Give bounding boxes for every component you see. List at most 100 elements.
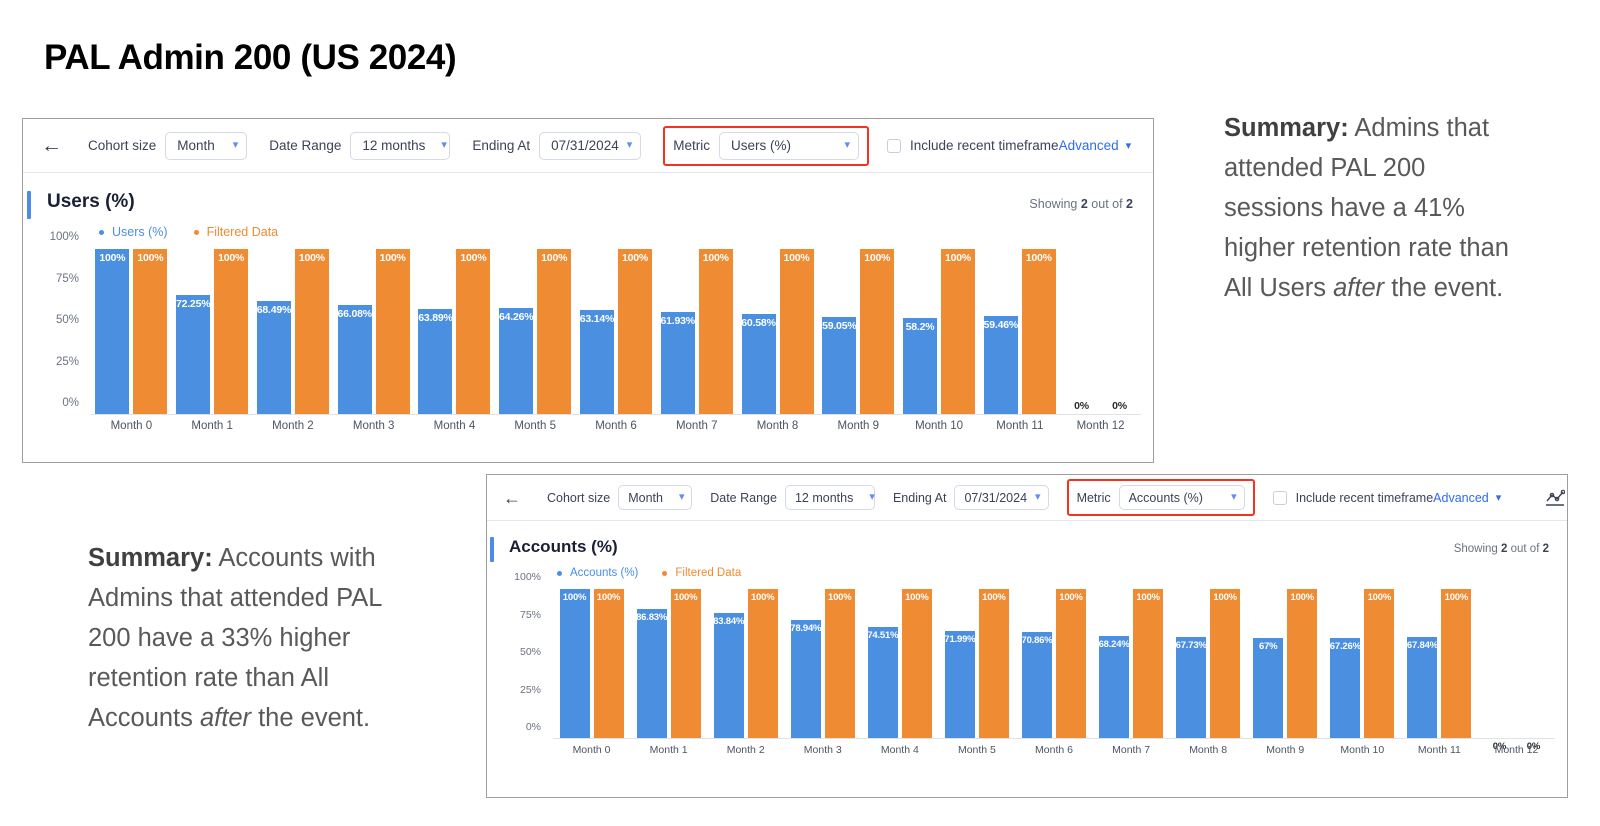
bar[interactable]: 100% [1441,589,1472,738]
ending-at-select[interactable]: 07/31/2024 ▾ [539,131,642,160]
bar[interactable]: 74.51% [867,626,899,738]
bar-group: 68.24% 100% [1093,589,1170,738]
bar[interactable]: 100% [779,249,814,414]
x-axis-tick-label: Month 12 [1494,744,1539,756]
line-chart-icon[interactable] [1545,487,1566,509]
advanced-button[interactable]: Advanced ▾ [1059,138,1132,153]
back-arrow-icon[interactable]: ← [503,489,535,507]
bar[interactable]: 72.25% [175,294,211,414]
bar[interactable]: 100% [375,249,410,414]
y-axis: 0% 25% 50% 75% 100% [509,571,549,739]
bar[interactable]: 100% [617,249,652,414]
bar[interactable]: 100% [1210,589,1241,738]
bar[interactable]: 100% [95,249,130,414]
bar[interactable]: 100% [747,589,778,738]
x-axis-tick-label: Month 3 [352,420,395,432]
bar[interactable]: 100% [1364,589,1395,738]
ending-at-group: Ending At 07/31/2024 ▾ [472,131,642,160]
bar[interactable]: 100% [537,249,572,414]
bar[interactable]: 67.84% [1407,636,1438,738]
legend-item-primary[interactable]: Users (%) [99,225,168,239]
bar[interactable]: 68.24% [1099,636,1130,738]
bar[interactable]: 100% [978,589,1009,738]
bar[interactable]: 67% [1253,638,1284,738]
metric-value: Accounts (%) [1128,490,1203,505]
bar[interactable]: 59.46% [984,315,1018,414]
x-axis-tick-label: Month 5 [957,744,996,756]
bar[interactable]: 70.86% [1021,632,1053,738]
bar-group: 67% 100% [1247,589,1324,738]
bar[interactable]: 100% [670,589,701,738]
bar[interactable]: 100% [941,249,976,414]
bar[interactable]: 100% [214,249,249,414]
bar[interactable]: 100% [593,589,624,738]
bars-area: 100% 100% 72.25% 100% 68.49% 100% 66.08% 100% 63… [91,249,1141,415]
bar[interactable]: 100% [559,589,590,738]
bar[interactable]: 66.08% [337,304,372,414]
legend-item-filtered[interactable]: Filtered Data [193,225,279,239]
bar[interactable]: 100% [456,249,491,414]
bar[interactable]: 60.58% [741,314,776,414]
include-recent-timeframe-checkbox[interactable] [1272,490,1287,505]
metric-select[interactable]: Accounts (%) ▾ [1118,485,1245,510]
bar-group: 67.84% 100% [1401,589,1478,738]
bar[interactable]: 61.93% [661,311,695,414]
date-range-select[interactable]: 12 months ▾ [784,485,875,510]
bar-value-label: 66.08% [337,307,372,320]
bar-value-label: 100% [702,252,729,264]
include-recent-timeframe-checkbox-group[interactable]: Include recent timeframe [1272,490,1433,505]
date-range-select[interactable]: 12 months ▾ [350,131,451,160]
bar[interactable]: 100% [1287,589,1318,738]
legend-item-primary[interactable]: Accounts (%) [557,567,638,579]
bar[interactable]: 100% [901,589,932,738]
bar[interactable]: 78.94% [790,620,821,738]
bar[interactable]: 100% [860,249,895,414]
bar[interactable]: 68.49% [257,301,291,414]
bar-group: 60.58% 100% [737,249,818,414]
bar[interactable]: 83.84% [713,613,744,738]
bar[interactable]: 100% [1133,589,1164,738]
bar[interactable]: 86.83% [636,608,667,738]
legend-item-filtered[interactable]: Filtered Data [662,567,741,579]
cohort-size-select[interactable]: Month ▾ [165,131,248,160]
x-axis-tick-label: Month 4 [880,744,919,756]
bar[interactable]: 100% [1056,589,1086,738]
back-arrow-icon[interactable]: ← [41,135,76,156]
include-recent-timeframe-checkbox[interactable] [887,138,901,153]
ending-at-select[interactable]: 07/31/2024 ▾ [954,485,1049,510]
bar-value-label: 100% [828,592,852,603]
bar-value-label: 72.25% [175,297,211,310]
bar[interactable]: 63.14% [580,309,614,414]
chart-title: Users (%) [47,191,135,212]
bar[interactable]: 64.26% [499,307,534,414]
bar-value-label: 100% [783,252,810,264]
bar[interactable]: 67.73% [1176,637,1207,738]
bar[interactable]: 63.89% [418,308,453,414]
bar-value-label: 100% [460,252,487,264]
bar-group: 0% 0% [1492,741,1541,752]
bar-value-label: 100% [1290,592,1314,603]
metric-select[interactable]: Users (%) ▾ [719,131,859,160]
bar[interactable]: 59.05% [822,316,857,414]
bar-value-label: 60.58% [741,317,776,330]
bar[interactable]: 100% [294,249,329,414]
bar[interactable]: 100% [133,249,168,414]
metric-label: Metric [673,138,710,153]
bar-value-label: 0% [1074,400,1089,412]
x-axis-tick-label: Month 6 [1035,744,1073,756]
advanced-button[interactable]: Advanced ▾ [1433,491,1501,505]
bar[interactable]: 67.26% [1330,637,1361,738]
include-recent-timeframe-checkbox-group[interactable]: Include recent timeframe [887,138,1059,153]
legend-label: Filtered Data [206,225,279,239]
bar-group: 72.25% 100% [172,249,253,414]
bar[interactable]: 100% [698,249,733,414]
bar-value-label: 100% [982,592,1006,603]
bar[interactable]: 58.2% [903,317,938,414]
x-axis-tick-label: Month 9 [837,420,880,432]
chart-legend: Users (%) Filtered Data [47,213,1133,239]
cohort-size-select[interactable]: Month ▾ [618,485,693,510]
bar[interactable]: 100% [1021,249,1056,414]
x-axis-tick-label: Month 6 [595,420,637,432]
bar[interactable]: 71.99% [944,630,976,738]
bar[interactable]: 100% [824,589,855,738]
